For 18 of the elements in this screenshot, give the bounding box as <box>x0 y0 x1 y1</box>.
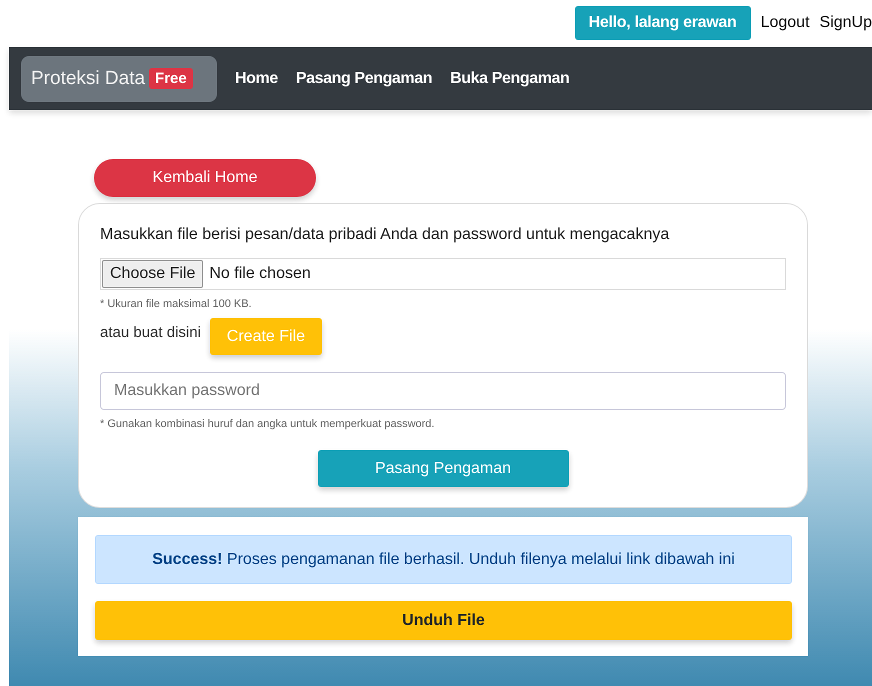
file-status-text: No file chosen <box>209 265 311 283</box>
hint-text: * Gunakan kombinasi huruf dan angka untuk memperkuat password. <box>100 418 436 430</box>
choose-file-button[interactable]: Choose File <box>102 260 204 288</box>
file-field[interactable]: Choose File No file chosen <box>100 258 786 290</box>
nav-link[interactable]: Buka Pengaman <box>450 70 570 88</box>
nav-link[interactable]: Logout <box>760 14 810 32</box>
nav-link[interactable]: Home <box>235 70 278 88</box>
badge: Free <box>149 68 193 89</box>
create-label: atau buat disini <box>100 324 201 341</box>
download-button[interactable]: Unduh File <box>95 601 792 640</box>
hint-text: * Ukuran file maksimal 100 KB. <box>100 298 253 310</box>
form-heading: Masukkan file berisi pesan/data pribadi Anda dan password untuk mengacaknya <box>100 226 670 244</box>
nav-link[interactable]: SignUp <box>820 14 872 32</box>
back-button[interactable]: Kembali Home <box>94 159 316 197</box>
nav-link[interactable]: Pasang Pengaman <box>296 70 432 88</box>
password-field[interactable]: Masukkan password <box>100 372 786 410</box>
brand-button[interactable]: Proteksi Data Free <box>21 56 217 102</box>
success-alert: Success! Proses pengamanan file berhasil. Unduh filenya melalui link dibawah ini <box>95 535 792 584</box>
